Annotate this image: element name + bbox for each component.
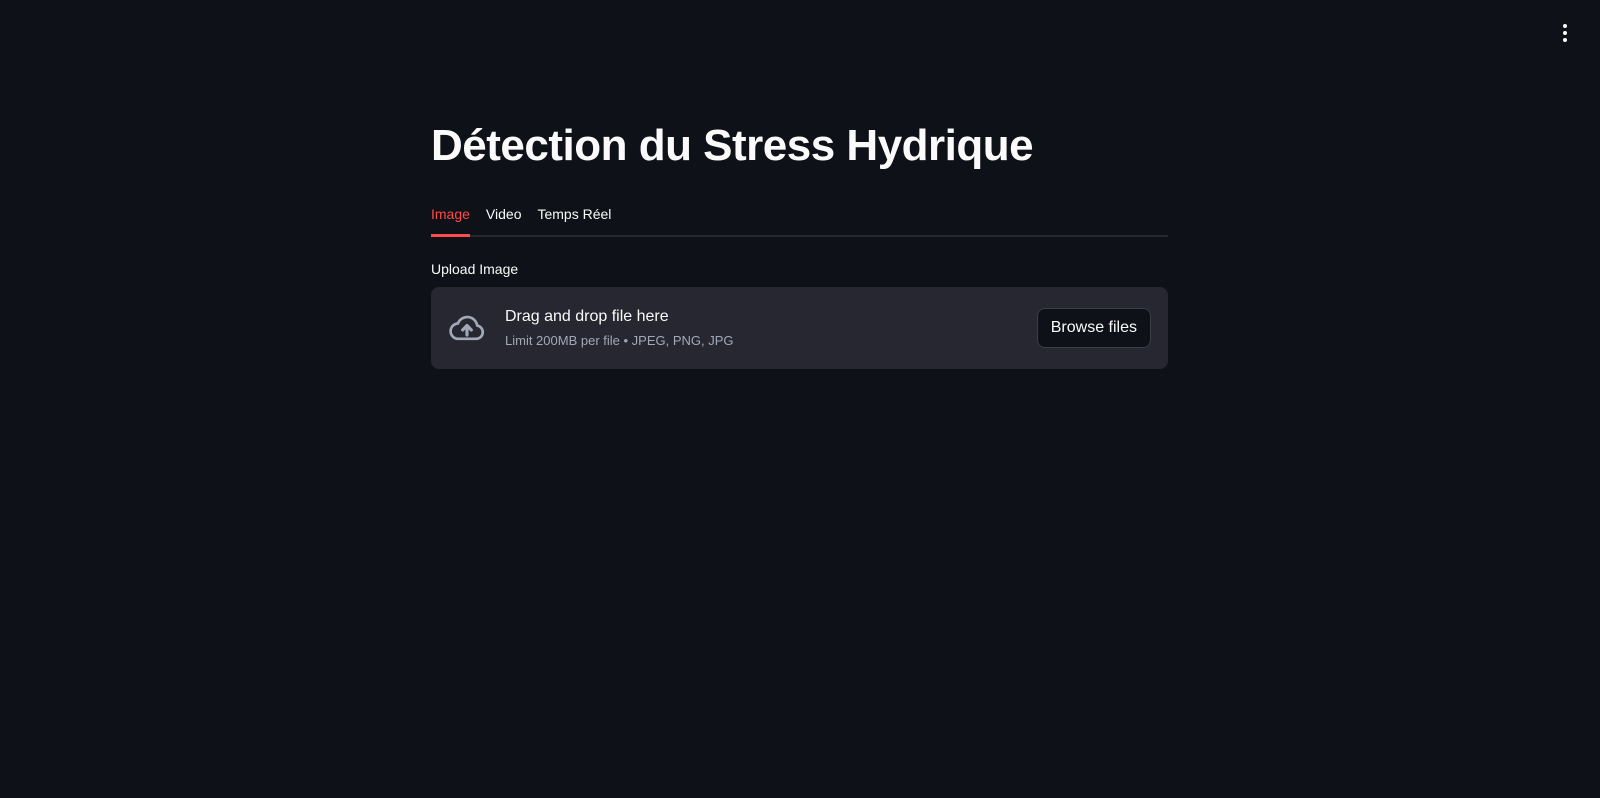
tab-temps-reel[interactable]: Temps Réel [537, 196, 611, 235]
app-root: Détection du Stress Hydrique Image Video… [0, 0, 1600, 798]
kebab-dot [1563, 38, 1567, 42]
file-dropzone[interactable]: Drag and drop file here Limit 200MB per … [431, 287, 1168, 369]
dropzone-instructions: Drag and drop file here [505, 308, 669, 325]
main-content: Détection du Stress Hydrique Image Video… [431, 0, 1168, 369]
tab-list: Image Video Temps Réel [431, 196, 1168, 237]
browse-files-button[interactable]: Browse files [1036, 308, 1151, 348]
main-menu-button[interactable] [1552, 20, 1578, 46]
upload-label: Upload Image [431, 261, 519, 277]
dropzone-limit: Limit 200MB per file • JPEG, PNG, JPG [505, 333, 734, 348]
tab-image[interactable]: Image [431, 196, 470, 237]
tab-video[interactable]: Video [486, 196, 522, 235]
page-title: Détection du Stress Hydrique [431, 121, 1034, 170]
dropzone-text: Drag and drop file here Limit 200MB per … [505, 306, 1037, 350]
cloud-upload-icon [447, 308, 487, 348]
kebab-dot [1563, 31, 1567, 35]
kebab-dot [1563, 24, 1567, 28]
